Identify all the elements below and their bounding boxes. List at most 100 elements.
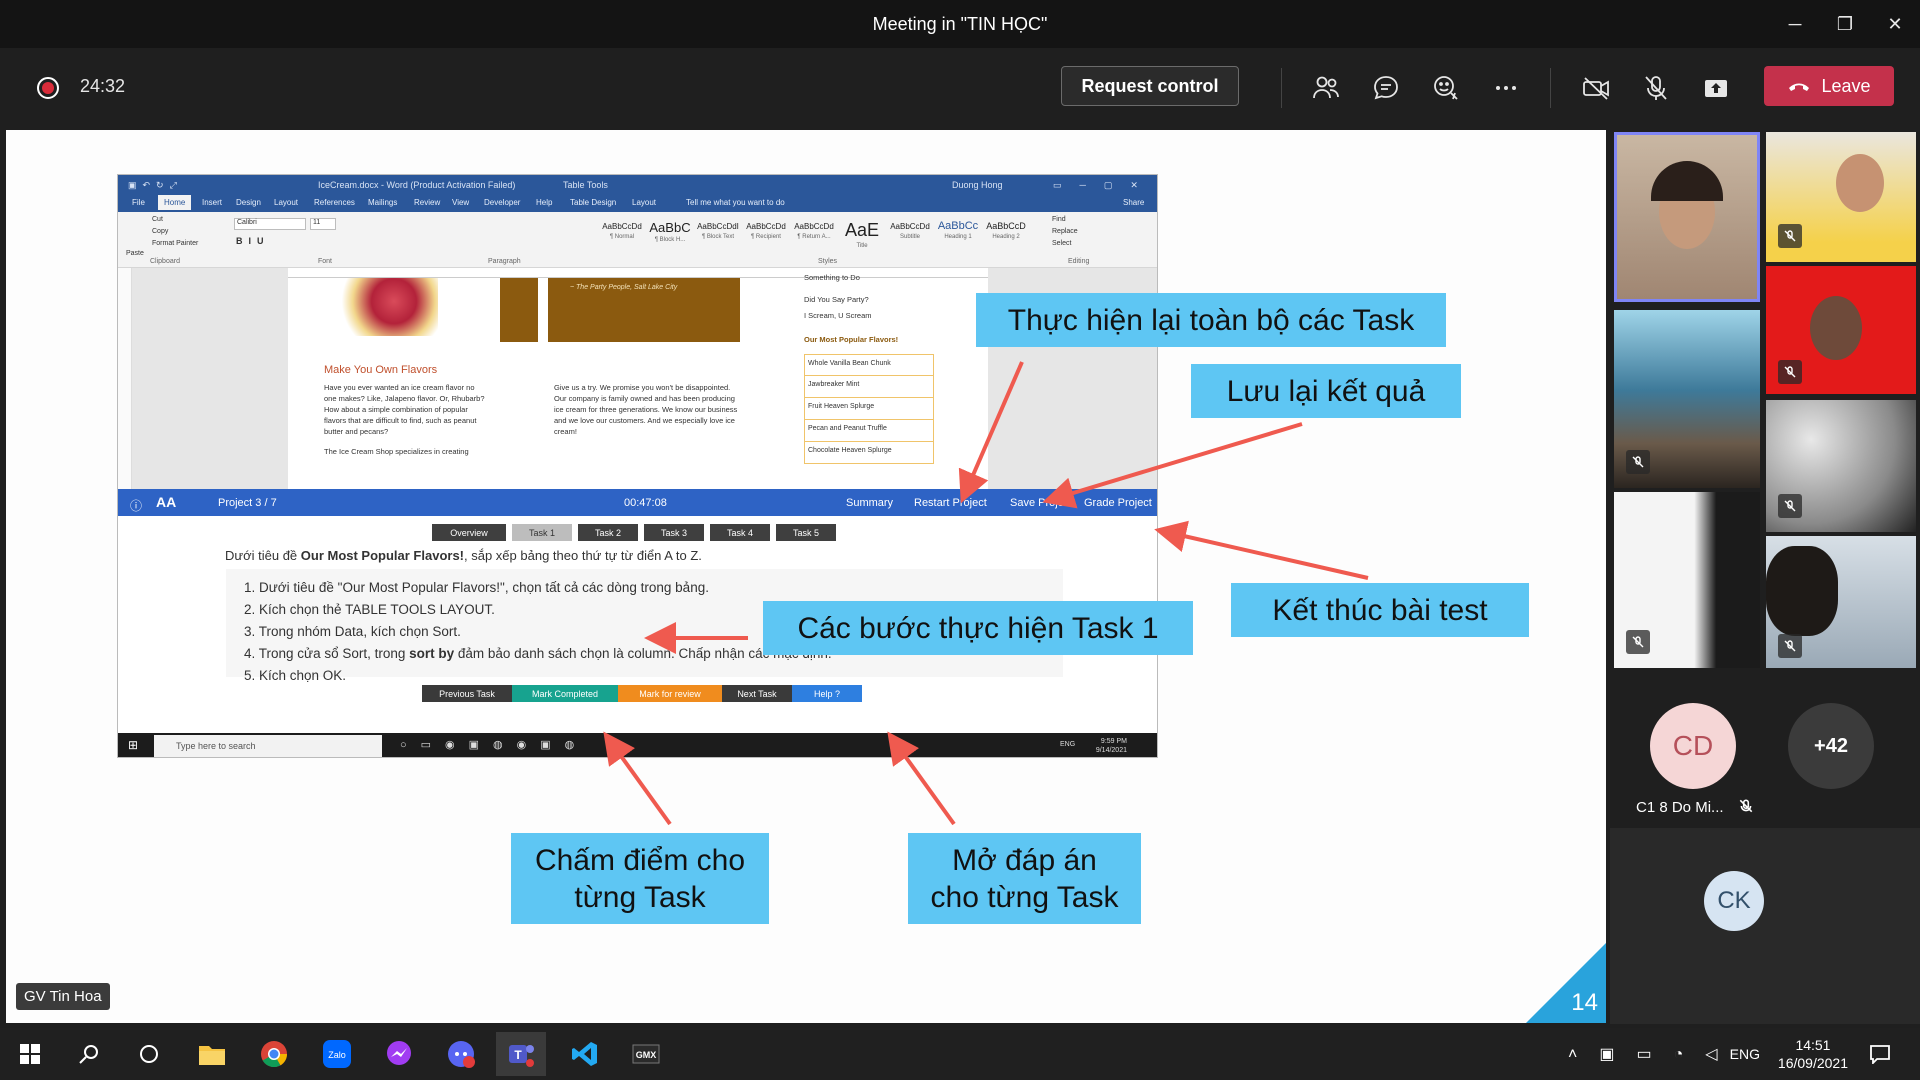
input-language[interactable]: ENG	[1730, 1046, 1760, 1062]
font-size-icon[interactable]: AA	[156, 494, 176, 510]
font-name-box[interactable]: Calibri	[234, 218, 306, 230]
tab-layout[interactable]: Layout	[274, 198, 298, 207]
paste-button[interactable]: Paste	[126, 250, 144, 257]
request-control-button[interactable]: Request control	[1061, 66, 1239, 106]
tab-references[interactable]: References	[314, 198, 355, 207]
mic-off-icon[interactable]	[1638, 70, 1674, 106]
table-row[interactable]: Whole Vanilla Bean Chunk	[804, 354, 934, 376]
restore-button[interactable]: ❐	[1820, 0, 1870, 48]
participant-tile-ck[interactable]: CK	[1610, 828, 1920, 1024]
tab-task-3[interactable]: Task 3	[644, 524, 704, 541]
system-tray-icons[interactable]: ˄▣▭◔◁	[1568, 1044, 1740, 1064]
teams-icon[interactable]: T	[496, 1032, 546, 1076]
camera-off-icon[interactable]	[1578, 70, 1614, 106]
select-button[interactable]: Select	[1052, 240, 1071, 247]
participant-video[interactable]	[1766, 536, 1916, 668]
table-row[interactable]: Chocolate Heaven Splurge	[804, 442, 934, 464]
tab-view[interactable]: View	[452, 198, 469, 207]
tab-table-layout[interactable]: Layout	[632, 198, 656, 207]
summary-button[interactable]: Summary	[846, 497, 893, 509]
inner-search-box[interactable]: Type here to search	[154, 735, 382, 757]
participant-video[interactable]	[1614, 132, 1760, 302]
font-format-buttons[interactable]: BIU	[236, 236, 270, 246]
flavors-table[interactable]: Whole Vanilla Bean Chunk Jawbreaker Mint…	[804, 354, 934, 464]
style-normal[interactable]: AaBbCcDd ¶ Normal	[600, 220, 644, 254]
style-recipient[interactable]: AaBbCcDd ¶ Recipient	[744, 220, 788, 254]
find-button[interactable]: Find	[1052, 216, 1066, 223]
share-button[interactable]: Share	[1123, 198, 1144, 207]
chat-icon[interactable]	[1368, 70, 1404, 106]
gmx-icon[interactable]: GMX	[628, 1036, 664, 1072]
share-icon[interactable]	[1698, 70, 1734, 106]
style-return-address[interactable]: AaBbCcDd ¶ Return A...	[792, 220, 836, 254]
participants-icon[interactable]	[1308, 70, 1344, 106]
discord-icon[interactable]	[443, 1036, 479, 1072]
style-subtitle[interactable]: AaBbCcDd Subtitle	[888, 220, 932, 254]
mark-for-review-button[interactable]: Mark for review	[618, 685, 722, 702]
tab-overview[interactable]: Overview	[432, 524, 506, 541]
tab-mailings[interactable]: Mailings	[368, 198, 397, 207]
chrome-icon[interactable]	[256, 1036, 292, 1072]
participant-video[interactable]	[1766, 400, 1916, 532]
messenger-icon[interactable]	[381, 1036, 417, 1072]
tab-file[interactable]: File	[132, 198, 145, 207]
close-button[interactable]: ✕	[1870, 0, 1920, 48]
help-icon[interactable]: ⓘ	[130, 497, 142, 514]
table-row[interactable]: Fruit Heaven Splurge	[804, 398, 934, 420]
tab-design[interactable]: Design	[236, 198, 261, 207]
participant-video[interactable]	[1766, 266, 1916, 394]
notifications-icon[interactable]	[1862, 1036, 1898, 1072]
participant-video[interactable]	[1614, 492, 1760, 668]
zalo-icon[interactable]: Zalo	[319, 1036, 355, 1072]
tab-task-5[interactable]: Task 5	[776, 524, 836, 541]
table-row[interactable]: Jawbreaker Mint	[804, 376, 934, 398]
tab-developer[interactable]: Developer	[484, 198, 520, 207]
file-explorer-icon[interactable]	[194, 1036, 230, 1072]
document-page[interactable]: ~ The Party People, Salt Lake City Make …	[288, 273, 988, 489]
avatar-cd[interactable]: CD	[1650, 703, 1736, 789]
grade-project-button[interactable]: Grade Project	[1084, 497, 1152, 509]
word-window-controls[interactable]: ▭─▢✕	[1053, 180, 1156, 191]
more-icon[interactable]	[1488, 70, 1524, 106]
font-size-box[interactable]: 11	[310, 218, 336, 230]
mark-completed-button[interactable]: Mark Completed	[512, 685, 618, 702]
vscode-icon[interactable]	[567, 1036, 603, 1072]
save-project-button[interactable]: Save Project	[1010, 497, 1072, 509]
inner-taskbar-apps[interactable]: ○▭◉▣◍◉▣◍	[400, 738, 588, 751]
windows-start-icon[interactable]	[12, 1036, 48, 1072]
tab-insert[interactable]: Insert	[202, 198, 222, 207]
minimize-button[interactable]: ─	[1770, 0, 1820, 48]
reactions-icon[interactable]	[1428, 70, 1464, 106]
quick-access-icon[interactable]: ▣↶↻⤢	[128, 180, 183, 191]
tell-me-box[interactable]: Tell me what you want to do	[686, 198, 785, 207]
participant-video[interactable]	[1614, 310, 1760, 488]
leave-button[interactable]: Leave	[1764, 66, 1894, 106]
participant-video[interactable]	[1766, 132, 1916, 262]
tab-help[interactable]: Help	[536, 198, 552, 207]
tab-home[interactable]: Home	[158, 195, 192, 210]
style-block-heading[interactable]: AaBbC ¶ Block H...	[648, 220, 692, 254]
tab-task-2[interactable]: Task 2	[578, 524, 638, 541]
next-task-button[interactable]: Next Task	[722, 685, 792, 702]
copy-button[interactable]: Copy	[152, 228, 168, 235]
help-button[interactable]: Help ?	[792, 685, 862, 702]
tab-review[interactable]: Review	[414, 198, 440, 207]
style-title[interactable]: AaE Title	[840, 220, 884, 254]
cut-button[interactable]: Cut	[152, 216, 163, 223]
windows-start-icon[interactable]: ⊞	[128, 738, 138, 752]
previous-task-button[interactable]: Previous Task	[422, 685, 512, 702]
search-icon[interactable]	[71, 1036, 107, 1072]
more-participants-button[interactable]: +42	[1788, 703, 1874, 789]
table-row[interactable]: Pecan and Peanut Truffle	[804, 420, 934, 442]
format-painter-button[interactable]: Format Painter	[152, 240, 198, 247]
tab-table-design[interactable]: Table Design	[570, 198, 616, 207]
style-heading-1[interactable]: AaBbCc Heading 1	[936, 220, 980, 254]
tab-task-1[interactable]: Task 1	[512, 524, 572, 541]
system-clock[interactable]: 14:51 16/09/2021	[1778, 1036, 1848, 1072]
restart-project-button[interactable]: Restart Project	[914, 497, 987, 509]
style-heading-2[interactable]: AaBbCcD Heading 2	[984, 220, 1028, 254]
task-view-icon[interactable]	[131, 1036, 167, 1072]
style-block-text[interactable]: AaBbCcDdI ¶ Block Text	[696, 220, 740, 254]
tab-task-4[interactable]: Task 4	[710, 524, 770, 541]
replace-button[interactable]: Replace	[1052, 228, 1078, 235]
